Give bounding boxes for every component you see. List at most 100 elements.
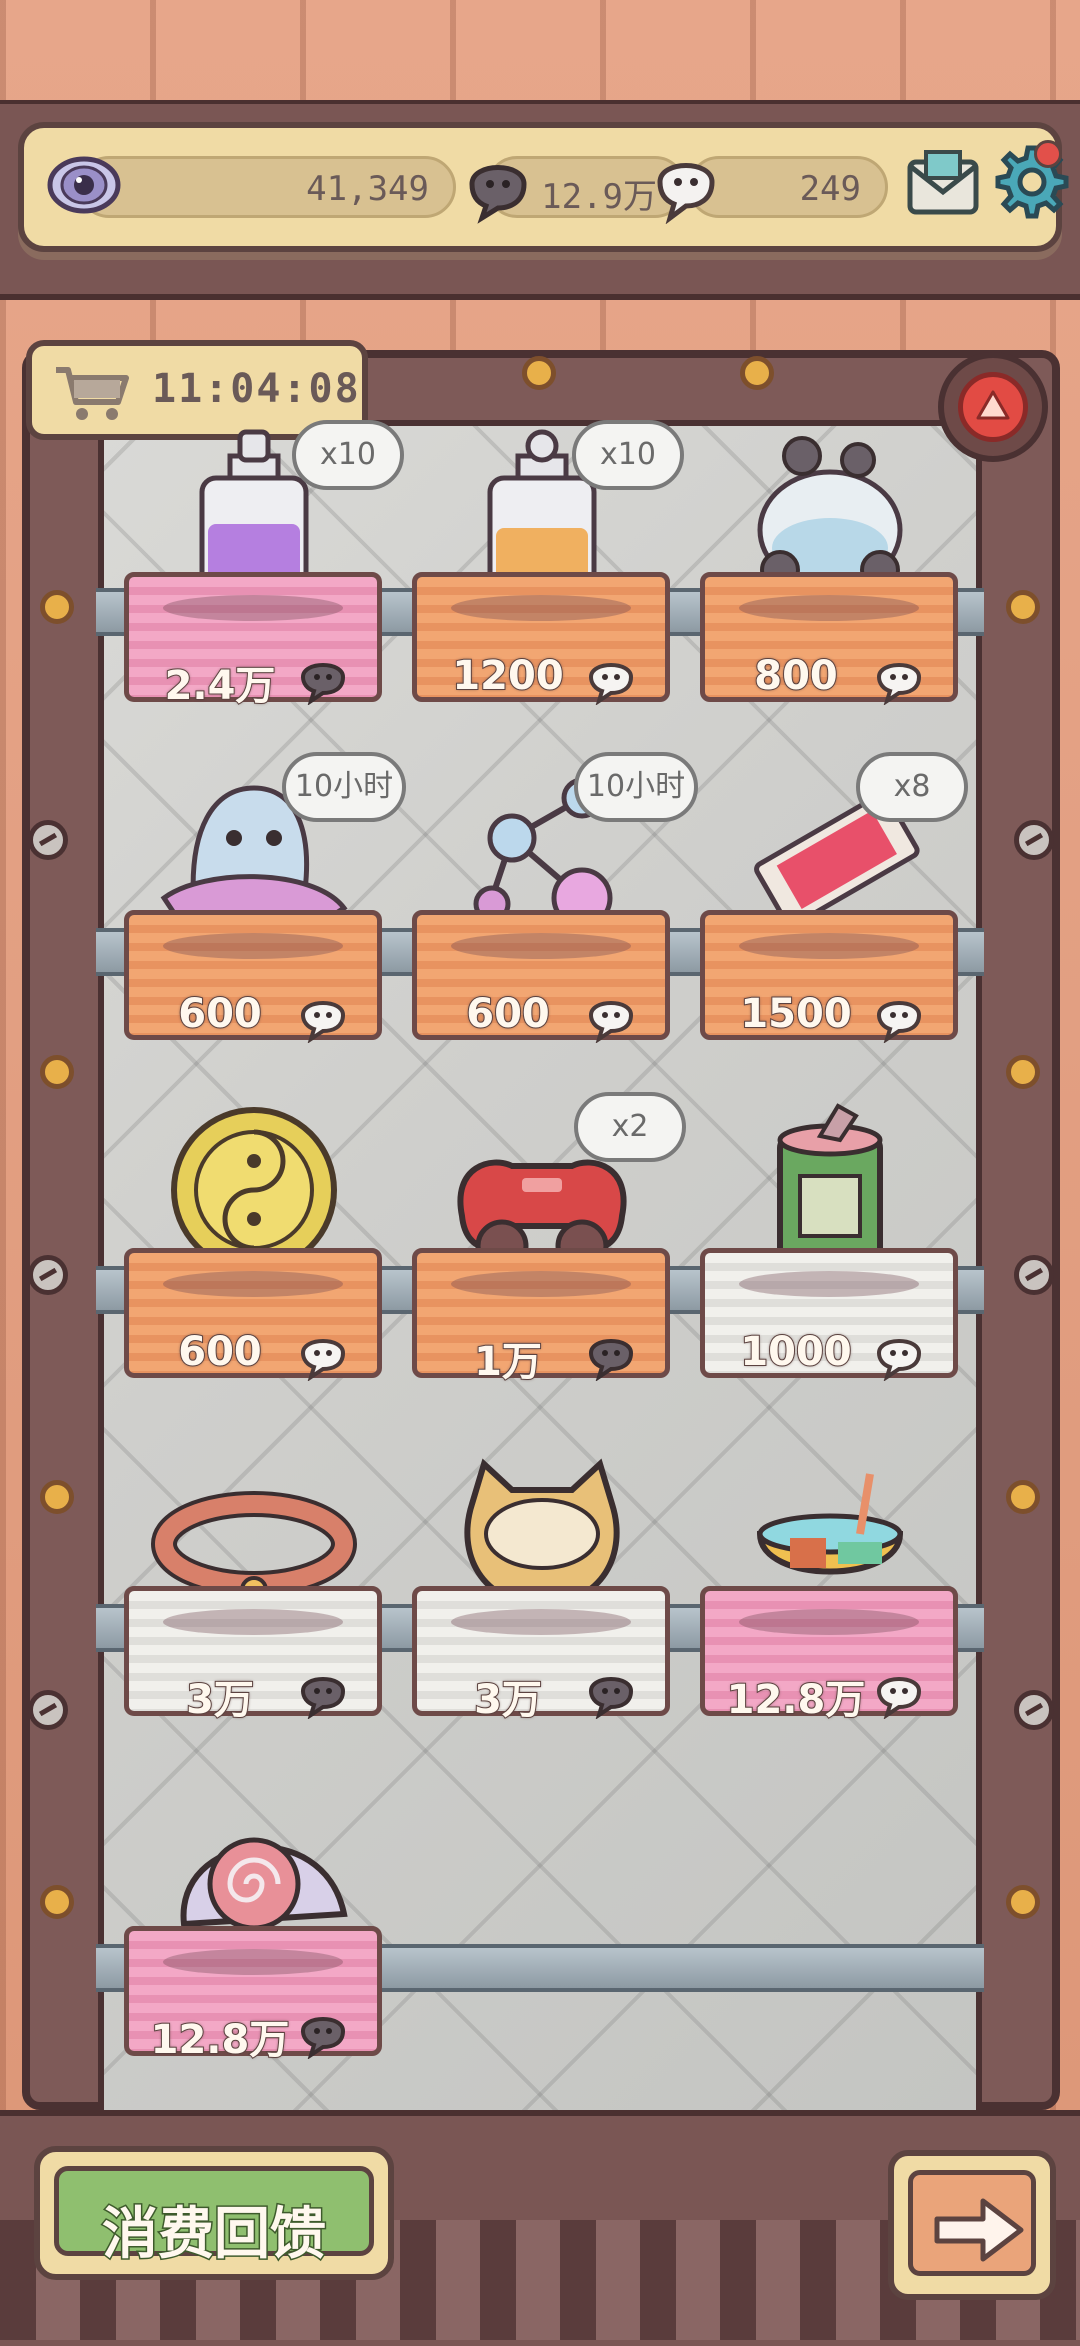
- feedback-button-face: 消费回馈: [54, 2166, 374, 2269]
- shop-item-food-can[interactable]: 1000: [700, 1076, 960, 1416]
- bolt: [40, 1885, 74, 1919]
- mail-icon[interactable]: [904, 148, 982, 220]
- dark-spirit-icon: [588, 1677, 634, 1719]
- consumption-feedback-button[interactable]: 消费回馈: [34, 2146, 394, 2280]
- light-spirit-icon: [657, 163, 715, 224]
- quantity-badge: x10: [292, 420, 404, 490]
- item-price: 1000: [739, 1328, 852, 1376]
- item-shadow: [451, 933, 631, 959]
- price-cloth: 3万: [412, 1586, 670, 1724]
- item-shadow: [163, 933, 343, 959]
- shop-item-cat-bowl[interactable]: 3万: [412, 1414, 672, 1754]
- item-price: 12.8万: [150, 2016, 291, 2064]
- item-shadow: [163, 1609, 343, 1635]
- item-price: 1500: [739, 990, 852, 1038]
- item-shadow: [163, 1271, 343, 1297]
- duration-badge: 10小时: [574, 752, 698, 822]
- shop-item-game-controller[interactable]: x2 1万: [412, 1076, 686, 1416]
- price-cloth: 1万: [412, 1248, 670, 1386]
- price-cloth: 2.4万: [124, 572, 382, 710]
- light-spirit-icon: [876, 1677, 922, 1719]
- bolt: [40, 590, 74, 624]
- light-spirit-icon: [588, 1001, 634, 1043]
- item-price: 3万: [185, 1676, 255, 1724]
- shop-item-molecule-flask[interactable]: 10小时 600: [412, 738, 698, 1078]
- bolt: [740, 356, 774, 390]
- screw: [28, 1690, 68, 1730]
- shop-item-pet-collar[interactable]: 3万: [124, 1414, 384, 1754]
- bolt: [1006, 1480, 1040, 1514]
- light-spirit-icon: [300, 1001, 346, 1043]
- quantity-badge: x10: [572, 420, 684, 490]
- screw: [1014, 820, 1054, 860]
- shop-item-ghost-blanket[interactable]: 10小时 600: [124, 738, 406, 1078]
- screw: [1014, 1690, 1054, 1730]
- item-price: 2.4万: [164, 662, 277, 710]
- next-button-face: [908, 2170, 1036, 2276]
- screw: [28, 1255, 68, 1295]
- item-price: 600: [465, 990, 551, 1038]
- collapse-button-face: [958, 372, 1028, 442]
- price-cloth: 1200: [412, 572, 670, 705]
- item-shadow: [739, 933, 919, 959]
- shop-item-spirit-fishbowl[interactable]: 800: [700, 400, 960, 740]
- light-spirit-icon: [876, 663, 922, 705]
- shop-item-ticket[interactable]: x8 1500: [700, 738, 968, 1078]
- bolt: [40, 1055, 74, 1089]
- dark-spirit-icon: [588, 1339, 634, 1381]
- eye-icon: [47, 156, 121, 214]
- light-spirit-icon: [588, 663, 634, 705]
- price-cloth: 12.8万: [124, 1926, 382, 2064]
- screw: [1014, 1255, 1054, 1295]
- shop-item-yin-yang-coin[interactable]: 600: [124, 1076, 384, 1416]
- shop-item-snail-shell[interactable]: 12.8万: [124, 1754, 384, 2094]
- dark-spirit-icon: [300, 1677, 346, 1719]
- item-shadow: [451, 595, 631, 621]
- notification-dot: [1034, 140, 1062, 168]
- dark-spirit-icon: [469, 165, 527, 224]
- price-cloth: 3万: [124, 1586, 382, 1724]
- shop-item-orange-potion[interactable]: x10 1200: [412, 400, 684, 740]
- quantity-badge: x8: [856, 752, 968, 822]
- price-cloth: 800: [700, 572, 958, 705]
- dark-spirit-icon: [300, 663, 346, 705]
- light-spirit-icon: [876, 1339, 922, 1381]
- shop-item-drink-bowl[interactable]: 12.8万: [700, 1414, 960, 1754]
- item-shadow: [451, 1609, 631, 1635]
- feedback-label: 消费回馈: [101, 2201, 328, 2269]
- item-shadow: [739, 595, 919, 621]
- dark-spirit-value: 12.9万: [541, 177, 657, 217]
- shop-item-purple-potion[interactable]: x10 2.4万: [124, 400, 404, 740]
- screw: [28, 820, 68, 860]
- bolt: [1006, 1885, 1040, 1919]
- item-price: 800: [753, 652, 839, 700]
- price-cloth: 1000: [700, 1248, 958, 1381]
- item-price: 600: [177, 990, 263, 1038]
- price-cloth: 600: [124, 910, 382, 1043]
- item-price: 1200: [451, 652, 564, 700]
- price-cloth: 1500: [700, 910, 958, 1043]
- bolt: [1006, 590, 1040, 624]
- triangle-up-icon: [976, 390, 1010, 420]
- bolt: [522, 356, 556, 390]
- dark-spirit-icon: [300, 2017, 346, 2059]
- item-shadow: [163, 595, 343, 621]
- bolt: [1006, 1055, 1040, 1089]
- item-shadow: [739, 1271, 919, 1297]
- price-cloth: 600: [124, 1248, 382, 1381]
- item-shadow: [739, 1609, 919, 1635]
- arrow-right-icon: [934, 2198, 1024, 2262]
- price-cloth: 12.8万: [700, 1586, 958, 1724]
- item-shadow: [451, 1271, 631, 1297]
- resource-bar: 41,349 12.9万 249: [18, 122, 1069, 252]
- light-spirit-icon: [876, 1001, 922, 1043]
- cart-icon: [56, 367, 129, 420]
- light-spirit-value: 249: [799, 169, 861, 209]
- next-page-button[interactable]: [888, 2150, 1056, 2300]
- price-cloth: 600: [412, 910, 670, 1043]
- eye-counter: 41,349: [78, 156, 456, 218]
- quantity-badge: x2: [574, 1092, 686, 1162]
- item-price: 3万: [473, 1676, 543, 1724]
- item-price: 1万: [473, 1338, 543, 1386]
- eye-value: 41,349: [306, 169, 429, 209]
